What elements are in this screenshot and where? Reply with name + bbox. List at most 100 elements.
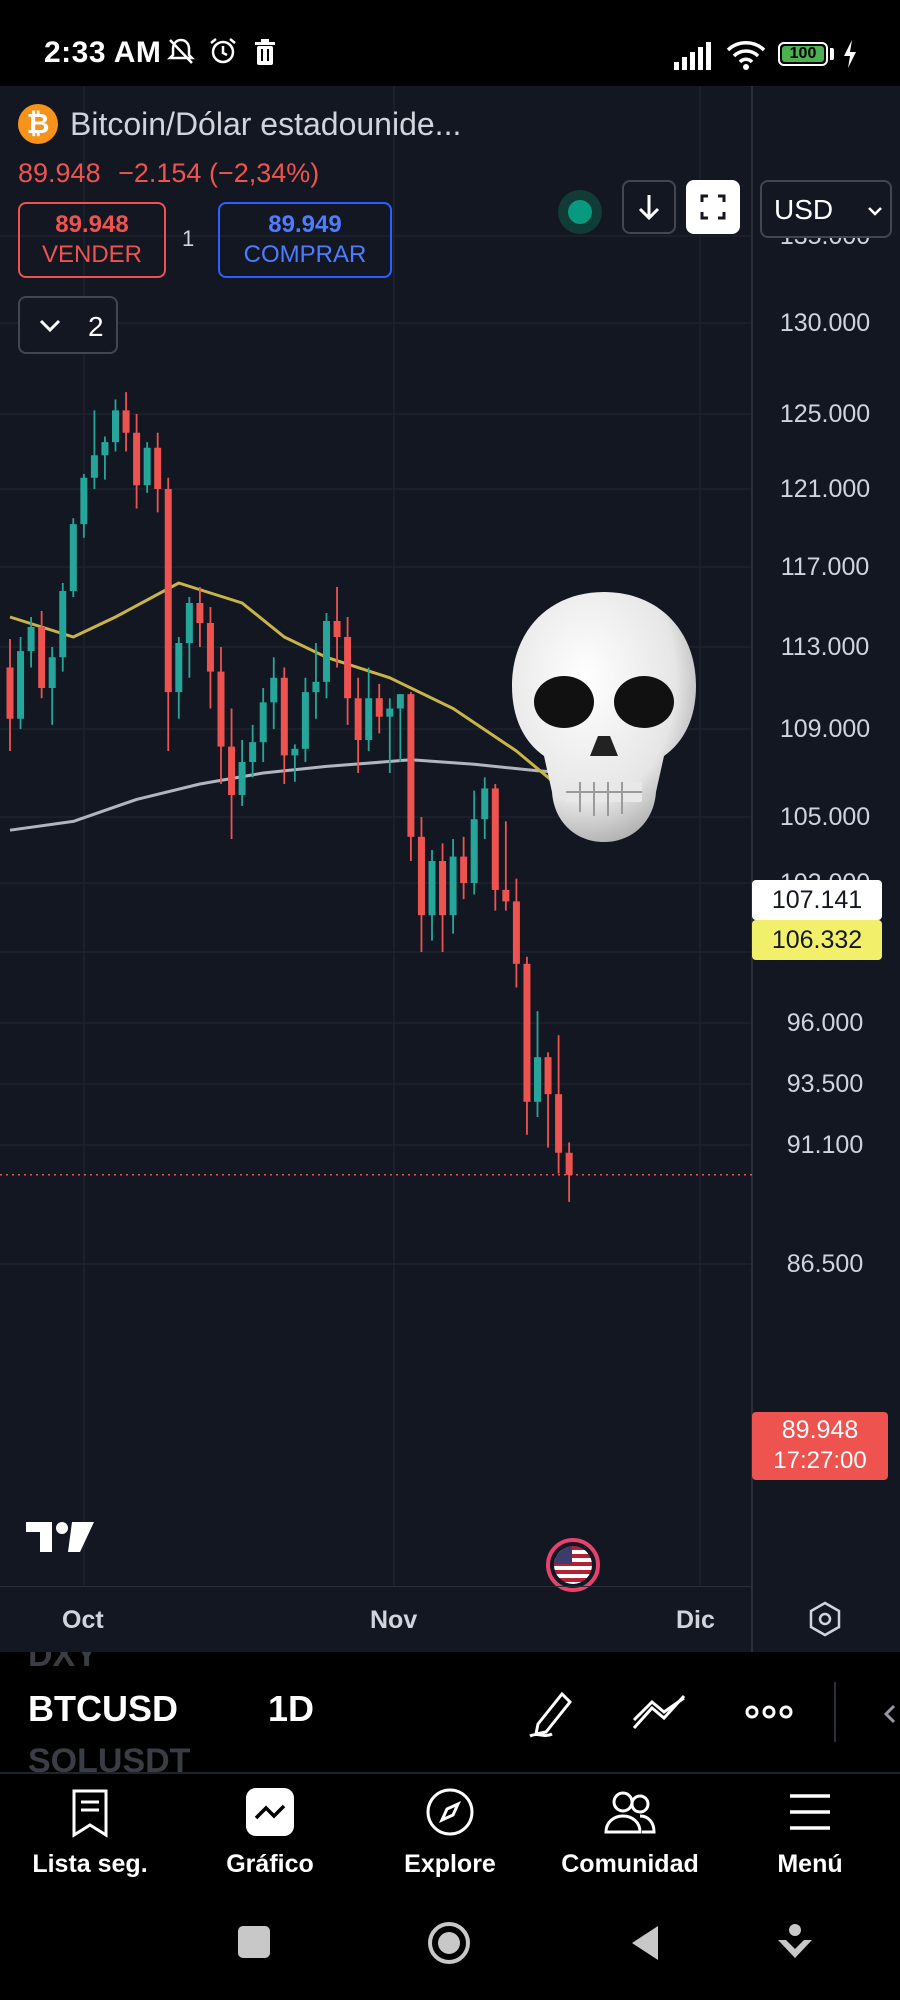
candle[interactable] [249,724,257,778]
candle[interactable] [470,790,478,895]
candle[interactable] [344,617,352,725]
time-label-oct: Oct [62,1606,104,1634]
tab-chart[interactable]: Gráfico [180,1774,360,1888]
candle[interactable] [407,692,415,861]
sell-button[interactable]: 89.948 VENDER [18,202,166,278]
candle[interactable] [354,677,362,773]
candle[interactable] [323,613,330,699]
candle[interactable] [534,1011,541,1118]
sell-price: 89.948 [55,211,129,238]
candle-body [491,788,499,890]
candle[interactable] [133,414,141,509]
candle[interactable] [291,744,299,782]
next-symbol[interactable]: SOLUSDT [28,1742,190,1772]
candle[interactable] [555,1035,563,1174]
pencil-icon[interactable] [526,1688,574,1740]
candle[interactable] [90,410,98,489]
candle[interactable] [512,878,520,988]
market-open-dot[interactable] [568,200,592,224]
candle[interactable] [228,708,236,840]
candle-body [460,856,468,883]
tradingview-logo-icon[interactable] [24,1516,96,1556]
candle[interactable] [80,474,88,538]
candle[interactable] [460,836,468,900]
candle[interactable] [164,477,172,751]
candle-body [417,836,425,916]
candle[interactable] [206,607,214,709]
candle[interactable] [48,647,56,725]
candle[interactable] [259,688,267,762]
fullscreen-icon [700,194,726,220]
candle[interactable] [375,683,383,734]
indicators-toggle[interactable]: 2 [18,296,118,354]
candle[interactable] [481,777,489,839]
battery-level: 100 [789,45,817,62]
download-button[interactable] [622,180,676,234]
currency-select[interactable]: USD [760,180,892,238]
collapse-icon[interactable] [880,1702,900,1726]
candle[interactable] [439,843,447,952]
candle[interactable] [428,850,436,941]
more-icon[interactable] [744,1700,794,1724]
bitcoin-logo-icon: ₿ [18,104,58,144]
settings-hexagon-icon[interactable] [806,1600,844,1638]
nav-menu-down-icon[interactable] [774,1922,816,1964]
buy-button[interactable]: 89.949 COMPRAR [218,202,392,278]
economic-event-marker[interactable] [546,1538,600,1592]
candle-body [133,432,141,486]
candle[interactable] [185,597,193,678]
menu-icon [790,1794,830,1830]
home-button[interactable] [426,1920,472,1966]
chevron-down-icon [39,319,61,333]
candle[interactable] [417,817,425,952]
candle[interactable] [17,637,25,729]
bottom-tab-bar[interactable]: Lista seg. Gráfico Explore Comunidad Men… [0,1772,900,1888]
candle[interactable] [112,399,119,452]
candle[interactable] [491,784,499,911]
candle-body [38,627,46,688]
compass-icon [426,1788,474,1836]
symbol-name[interactable]: BTCUSD [28,1688,178,1730]
fullscreen-button[interactable] [686,180,740,234]
candle[interactable] [38,611,46,699]
back-button[interactable] [628,1924,662,1962]
tab-menu[interactable]: Menú [720,1774,900,1888]
candle[interactable] [280,667,288,785]
candle[interactable] [544,1052,552,1148]
symbol-bar[interactable]: DXY BTCUSD 1D SOLUSDT [0,1652,900,1772]
candle[interactable] [396,694,404,762]
candle[interactable] [565,1142,573,1202]
prev-symbol[interactable]: DXY [28,1652,98,1675]
indicators-icon[interactable] [630,1690,688,1738]
interval-button[interactable]: 1D [268,1688,314,1730]
candle-countdown: 17:27:00 [773,1447,867,1474]
candle[interactable] [217,647,225,784]
candle-body [502,889,510,902]
candle[interactable] [365,667,373,752]
buy-price: 89.949 [268,211,342,238]
candle[interactable] [449,839,457,934]
price-scale-label: 93.500 [786,1070,864,1098]
recents-button[interactable] [238,1926,270,1958]
candle-body [48,657,56,688]
candle[interactable] [59,583,67,672]
symbol-title[interactable]: Bitcoin/Dólar estadounide... [70,104,461,144]
tab-community[interactable]: Comunidad [540,1774,720,1888]
candle[interactable] [122,392,130,452]
candle[interactable] [270,657,278,729]
candle-body [112,410,119,443]
candle[interactable] [523,956,531,1135]
candle[interactable] [301,677,309,762]
tab-explore[interactable]: Explore [360,1774,540,1888]
candle[interactable] [69,518,77,597]
candle[interactable] [196,587,204,647]
candle[interactable] [154,432,162,513]
candle[interactable] [175,637,183,719]
candle[interactable] [333,587,341,668]
candle[interactable] [238,740,246,806]
candle[interactable] [101,436,109,480]
chart-area[interactable]: 135.000130.000125.000121.000117.000113.0… [0,86,900,1652]
candle[interactable] [6,639,14,751]
tab-watchlist[interactable]: Lista seg. [0,1774,180,1888]
candle[interactable] [143,442,151,493]
